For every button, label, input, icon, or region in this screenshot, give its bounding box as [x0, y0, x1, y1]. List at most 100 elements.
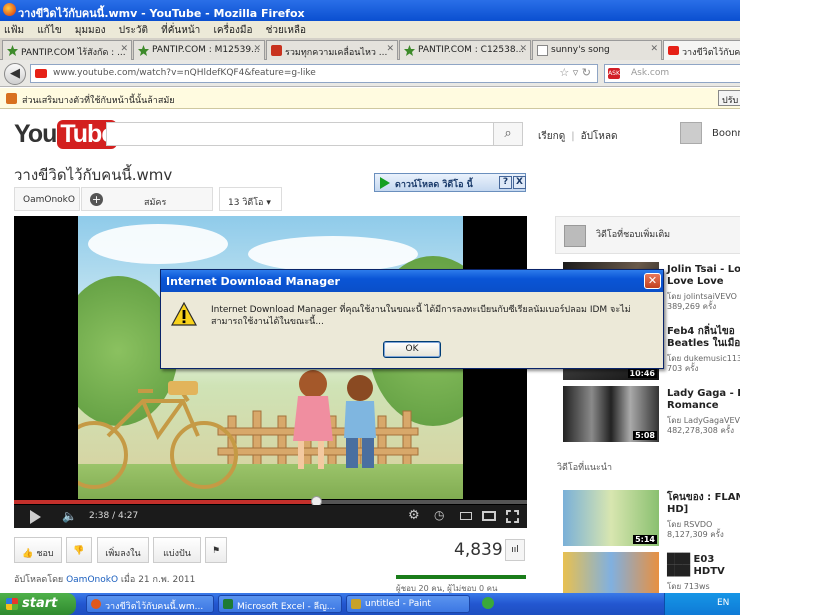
title-line-2: Love Love [667, 276, 724, 287]
taskbar-item-excel[interactable]: Microsoft Excel - ลีญ... [218, 595, 342, 613]
youtube-search-input[interactable] [106, 122, 494, 146]
title-line-2: HD] [667, 504, 689, 515]
close-icon[interactable]: ✕ [650, 44, 658, 54]
top-links: เรียกดู | อัปโหลด [538, 129, 618, 144]
bicycle-frame [106, 381, 200, 441]
news-icon [271, 45, 282, 56]
search-placeholder: Ask.com [631, 68, 670, 78]
menu-view[interactable]: มุมมอง [75, 25, 106, 36]
list-item[interactable]: 5:14 โคนของ : FLAMIHD] โดย RSVDO 8,127,3… [563, 490, 740, 548]
navigation-bar: ◀ www.youtube.com/watch?v=nQHldefKQF4&fe… [0, 60, 740, 87]
share-button[interactable]: แบ่งปัน [153, 537, 201, 563]
tab-pantip-3[interactable]: PANTIP.COM : C12538... ✕ [399, 40, 531, 60]
tab-label: PANTIP.COM : M12539... [152, 45, 260, 55]
play-icon [380, 177, 390, 189]
seek-bar[interactable] [14, 496, 527, 507]
idm-close-button[interactable]: X [513, 176, 526, 189]
upload-link[interactable]: อัปโหลด [581, 131, 618, 142]
gear-icon[interactable]: ⚙ [408, 508, 420, 523]
taskbar-item-firefox[interactable]: วางขีวิตไว้กับคนนี้.wm... [86, 595, 214, 613]
upload-info: อัปโหลดโดย OamOnokO เมื่อ 21 ก.พ. 2011 [14, 572, 195, 586]
tab-youtube-active[interactable]: วางขีวิตไว้กับคน [663, 40, 740, 60]
video-thumbnail[interactable]: 5:08 [563, 386, 659, 442]
upload-channel-link[interactable]: OamOnokO [66, 575, 118, 585]
grass [78, 464, 463, 499]
subscribe-button[interactable]: + สมัคร [81, 187, 213, 211]
like-button[interactable]: 👍 ชอบ [14, 537, 62, 563]
flag-button[interactable]: ⚑ [205, 537, 227, 563]
back-button[interactable]: ◀ [4, 63, 26, 85]
ok-button[interactable]: OK [383, 341, 441, 358]
browse-link[interactable]: เรียกดู [538, 131, 565, 142]
close-icon[interactable]: ✕ [120, 44, 128, 54]
search-button[interactable]: ⌕ [493, 122, 523, 146]
page-icon [537, 45, 548, 56]
paint-icon [351, 599, 361, 609]
sidebar-header-title: วิดีโอที่ชอบเพิ่มเติม [596, 230, 671, 240]
taskbar-item-paint[interactable]: untitled - Paint [346, 595, 470, 613]
dialog-title: Internet Download Manager [161, 270, 663, 292]
avatar[interactable] [680, 122, 702, 144]
video-title-line: ███ E03 ███ HDTV [667, 554, 740, 578]
start-button[interactable]: start [0, 593, 76, 615]
menu-edit[interactable]: แก้ไข [37, 25, 61, 36]
tab-news[interactable]: รวมทุกความเคลื่อนไหว ... ✕ [266, 40, 398, 60]
video-count-dropdown[interactable]: 13 วิดีโอ ▾ [219, 187, 282, 211]
menu-bookmarks[interactable]: ที่คั่นหน้า [161, 25, 200, 36]
watch-later-icon[interactable]: ◷ [434, 508, 444, 522]
video-title-line: โคนของ : FLAMIHD] [667, 492, 740, 516]
sidebar-header[interactable]: วิดีโอที่ชอบเพิ่มเติม [555, 216, 740, 254]
dislike-button[interactable]: 👎 [66, 537, 92, 563]
play-icon[interactable] [30, 510, 41, 524]
pantip-icon [138, 45, 149, 56]
update-addons-button[interactable]: ปรับ [718, 90, 740, 106]
tab-sunnys-song[interactable]: sunny's song ✕ [532, 40, 662, 60]
notification-text: ส่วนเสริมบางตัวที่ใช้กับหน้านี้นั้นล้าสม… [22, 96, 175, 106]
menu-history[interactable]: ประวัติ [119, 25, 148, 36]
firefox-icon [3, 3, 16, 16]
youtube-logo[interactable]: You Tube [14, 120, 118, 150]
large-player-icon[interactable] [482, 511, 496, 521]
stats-button[interactable]: ııl [505, 539, 525, 561]
volume-icon[interactable]: 🔈 [62, 509, 77, 523]
duration-badge: 5:14 [633, 535, 657, 544]
pantip-icon [404, 45, 415, 56]
idm-download-bar[interactable]: ดาวน์โหลด วิดีโอ นี้ ? X [374, 173, 526, 192]
close-icon[interactable]: ✕ [519, 44, 527, 54]
bookmark-star-icon[interactable]: ☆ ▿ ↻ [559, 66, 591, 79]
flag-icon: ⚑ [211, 546, 221, 556]
tab-label: sunny's song [551, 45, 610, 55]
title-line-2: Romance [667, 400, 719, 411]
video-thumbnail[interactable]: 5:14 [563, 490, 659, 546]
language-indicator[interactable]: EN [717, 598, 729, 608]
addon-warning-icon [6, 93, 17, 104]
thumbs-up-icon: 👍 [22, 549, 34, 559]
firefox-icon [91, 599, 101, 609]
window-titlebar: วางขีวิดไว้กับคนนี้.wmv - YouTube - Mozi… [0, 0, 740, 21]
menu-help[interactable]: ช่วยเหลือ [266, 25, 306, 36]
add-to-button[interactable]: เพิ่มลงใน [97, 537, 149, 563]
close-icon[interactable]: ✕ [253, 44, 261, 54]
ask-icon: ASK [608, 68, 620, 79]
channel-name[interactable]: OamOnokO [14, 187, 80, 211]
url-bar[interactable]: www.youtube.com/watch?v=nQHldefKQF4&feat… [30, 64, 598, 83]
tab-pantip-1[interactable]: PANTIP.COM ไร้สังกัด : ... ✕ [2, 40, 132, 60]
close-icon[interactable]: ✕ [386, 44, 394, 54]
search-bar[interactable]: ASK Ask.com [604, 64, 740, 83]
title-line-2: Beatles ในเมือง [667, 338, 740, 349]
tab-label: PANTIP.COM ไร้สังกัด : ... [21, 48, 126, 58]
tab-pantip-2[interactable]: PANTIP.COM : M12539... ✕ [133, 40, 265, 60]
idm-help-button[interactable]: ? [499, 176, 512, 189]
link-divider: | [571, 131, 575, 142]
tab-label: รวมทุกความเคลื่อนไหว ... [285, 48, 388, 58]
title-line-1: ███ E03 [667, 554, 715, 565]
username[interactable]: Boonn [712, 128, 740, 139]
video-player[interactable]: 🔈 2:38 / 4:27 ⚙ ◷ [14, 216, 527, 528]
menu-tools[interactable]: เครื่องมือ [213, 25, 252, 36]
small-player-icon[interactable] [460, 512, 472, 520]
menu-file[interactable]: แฟ้ม [4, 25, 24, 36]
network-icon[interactable] [482, 597, 494, 609]
dialog-close-button[interactable]: ✕ [644, 273, 661, 289]
list-item[interactable]: 5:08 Lady Gaga - BaRomance โดย LadyGagaV… [563, 386, 740, 444]
fullscreen-icon[interactable] [506, 510, 519, 523]
